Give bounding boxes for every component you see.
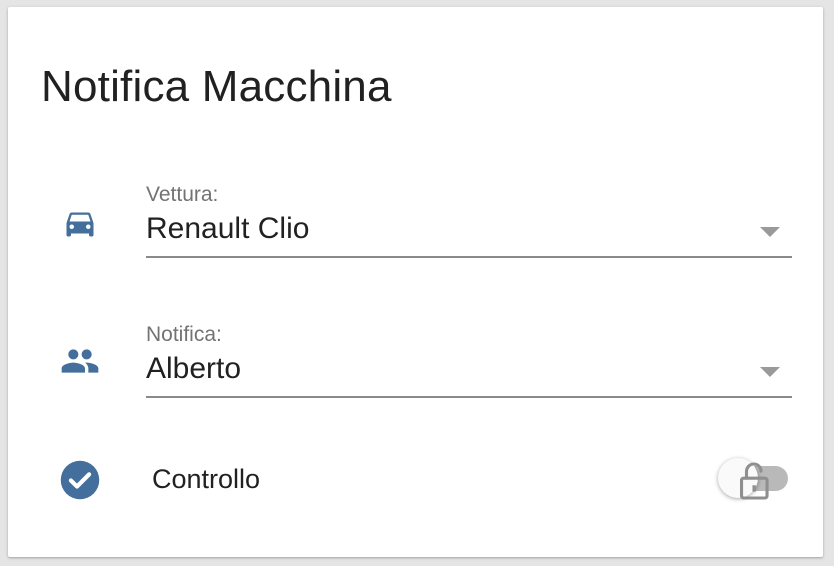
card-title: Notifica Macchina: [41, 62, 392, 111]
people-icon: [58, 339, 102, 383]
car-select-label: Vettura:: [146, 183, 219, 206]
check-toggle[interactable]: [716, 456, 792, 500]
notify-select-label: Notifica:: [146, 323, 222, 346]
notify-select-value[interactable]: Alberto: [146, 349, 792, 389]
car-icon: [58, 201, 102, 245]
car-select-underline: [146, 256, 792, 258]
notification-card: Notifica Macchina Vettura: Renault Clio …: [8, 7, 823, 557]
chevron-down-icon[interactable]: [760, 227, 780, 237]
check-circle-icon: [58, 458, 102, 502]
notify-select-underline: [146, 396, 792, 398]
car-select[interactable]: Vettura: Renault Clio: [146, 182, 792, 258]
notify-select[interactable]: Notifica: Alberto: [146, 322, 792, 398]
lock-open-icon: [738, 461, 772, 506]
check-label: Controllo: [152, 464, 261, 494]
car-select-value[interactable]: Renault Clio: [146, 209, 792, 249]
chevron-down-icon[interactable]: [760, 367, 780, 377]
